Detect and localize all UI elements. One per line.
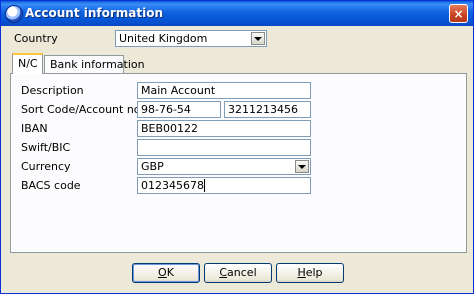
tab-panel-nc: Description Main Account Sort Code/Accou… <box>10 73 467 253</box>
title-bar[interactable]: Account information × <box>1 1 473 26</box>
iban-label: IBAN <box>21 122 48 135</box>
account-information-dialog: Account information × Country United Kin… <box>0 0 474 294</box>
swift-bic-field[interactable] <box>137 139 311 156</box>
close-icon: × <box>453 7 464 21</box>
tab-nc[interactable]: N/C <box>12 53 43 74</box>
text-caret <box>204 179 205 192</box>
chevron-down-icon[interactable] <box>295 160 309 173</box>
tab-bank-information-label: Bank information <box>50 58 145 71</box>
country-label: Country <box>14 32 58 45</box>
country-select[interactable]: United Kingdom <box>115 30 267 47</box>
help-button-accel: H <box>297 266 306 279</box>
description-value: Main Account <box>141 84 216 97</box>
help-button[interactable]: Help <box>276 263 344 283</box>
account-number-field[interactable]: 3211213456 <box>224 101 311 118</box>
bacs-code-label: BACS code <box>21 179 81 192</box>
sort-account-label: Sort Code/Account no <box>21 103 141 116</box>
tab-nc-label: N/C <box>18 57 38 70</box>
currency-select[interactable]: GBP <box>137 158 311 175</box>
close-button[interactable]: × <box>449 4 468 23</box>
sort-code-field[interactable]: 98-76-54 <box>137 101 221 118</box>
iban-field[interactable]: BEB00122 <box>137 120 311 137</box>
ok-button[interactable]: OK <box>132 263 200 283</box>
bacs-code-value: 012345678 <box>141 179 204 192</box>
description-label: Description <box>21 84 84 97</box>
app-icon <box>5 5 23 23</box>
window-title: Account information <box>25 6 164 20</box>
country-value: United Kingdom <box>119 32 208 45</box>
ok-button-accel: O <box>158 266 167 279</box>
help-button-label: elp <box>305 266 323 279</box>
bacs-code-field[interactable]: 012345678 <box>137 177 311 194</box>
cancel-button-label: ancel <box>227 266 257 279</box>
tab-bank-information[interactable]: Bank information <box>44 55 145 73</box>
currency-value: GBP <box>141 160 164 173</box>
sort-code-value: 98-76-54 <box>141 103 191 116</box>
cancel-button-accel: C <box>219 266 228 279</box>
description-field[interactable]: Main Account <box>137 82 311 99</box>
account-number-value: 3211213456 <box>228 103 298 116</box>
currency-label: Currency <box>21 160 71 173</box>
ok-button-label: K <box>166 266 174 279</box>
iban-value: BEB00122 <box>141 122 199 135</box>
chevron-down-icon[interactable] <box>251 32 265 45</box>
swift-bic-label: Swift/BIC <box>21 141 71 154</box>
cancel-button[interactable]: Cancel <box>204 263 272 283</box>
